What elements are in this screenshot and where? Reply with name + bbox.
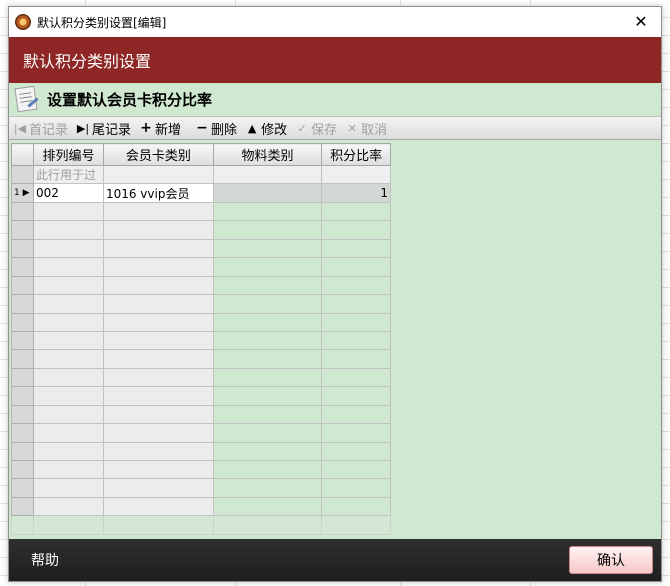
row-number: 1 [14, 188, 20, 199]
save-label: 保存 [311, 122, 338, 138]
empty-row [11, 201, 391, 222]
column-header-material[interactable]: 物料类别 [212, 143, 323, 166]
first-record-button[interactable]: |◀ 首记录 [11, 117, 74, 139]
header-title: 默认积分类别设置 [23, 52, 152, 71]
edit-button[interactable]: ▲ 修改 [243, 117, 293, 139]
save-button[interactable]: ✓ 保存 [293, 117, 343, 139]
empty-row [11, 238, 391, 259]
minus-icon: − [196, 120, 208, 136]
points-ratio-grid: 排列编号 会员卡类别 物料类别 积分比率 此行用于过 1 ▶ 002 1016 … [11, 143, 391, 535]
record-toolbar: |◀ 首记录 ▶| 尾记录 + 新增 − 删除 ▲ 修改 ✓ 保存 ✕ 取消 [9, 116, 661, 140]
empty-row [11, 349, 391, 369]
row-indicator [11, 164, 34, 185]
filter-cell-ratio[interactable] [321, 164, 391, 185]
window-title: 默认积分类别设置[编辑] [37, 15, 167, 30]
cancel-label: 取消 [361, 122, 388, 138]
empty-row [11, 459, 391, 480]
empty-row [11, 441, 391, 462]
empty-row [11, 220, 391, 240]
grid-footer-row [11, 515, 391, 535]
section-title: 设置默认会员卡积分比率 [47, 90, 213, 109]
cancel-button[interactable]: ✕ 取消 [343, 117, 393, 139]
empty-row [11, 312, 391, 332]
column-header-ratio[interactable]: 积分比率 [321, 143, 391, 166]
filter-cell-card-type[interactable] [102, 164, 214, 185]
filter-row[interactable]: 此行用于过 [11, 164, 391, 185]
column-header-card-type[interactable]: 会员卡类别 [102, 143, 214, 166]
empty-row [11, 330, 391, 351]
first-record-icon: |◀ [13, 121, 27, 135]
first-record-label: 首记录 [29, 122, 69, 138]
help-link[interactable]: 帮助 [31, 550, 59, 570]
empty-row [11, 423, 391, 443]
last-record-button[interactable]: ▶| 尾记录 [74, 117, 137, 139]
delete-button[interactable]: − 删除 [193, 117, 243, 139]
empty-row [11, 275, 391, 296]
x-icon: ✕ [347, 121, 357, 135]
table-row[interactable]: 1 ▶ 002 1016 vvip会员 1 [11, 183, 391, 203]
delete-label: 删除 [211, 122, 238, 138]
grid-corner [11, 143, 34, 166]
content-area: 设置默认会员卡积分比率 |◀ 首记录 ▶| 尾记录 + 新增 − 删除 ▲ 修改 [9, 83, 661, 539]
column-header-code[interactable]: 排列编号 [32, 143, 104, 166]
dialog-window: 默认积分类别设置[编辑] ✕ 默认积分类别设置 设置默认会员卡积分比率 |◀ 首… [8, 6, 662, 582]
empty-row [11, 367, 391, 388]
check-icon: ✓ [297, 121, 307, 135]
close-button[interactable]: ✕ [631, 12, 651, 32]
cell-card-type[interactable]: 1016 vvip会员 [102, 183, 214, 203]
empty-row [11, 478, 391, 498]
last-record-label: 尾记录 [92, 122, 132, 138]
filter-cell-material[interactable] [212, 164, 323, 185]
empty-row [11, 386, 391, 406]
section-header: 设置默认会员卡积分比率 [9, 83, 661, 115]
empty-row [11, 496, 391, 517]
last-record-icon: ▶| [76, 121, 90, 135]
cell-ratio[interactable]: 1 [321, 183, 391, 203]
filter-cell-code[interactable]: 此行用于过 [32, 164, 104, 185]
empty-row [11, 404, 391, 425]
edit-label: 修改 [261, 122, 288, 138]
header-band: 默认积分类别设置 [9, 37, 661, 83]
plus-icon: + [140, 120, 152, 136]
bottom-bar: 帮助 确认 [9, 539, 661, 581]
empty-row [11, 294, 391, 314]
app-icon [15, 14, 31, 30]
triangle-up-icon: ▲ [247, 121, 257, 135]
add-button[interactable]: + 新增 [137, 117, 187, 139]
current-row-arrow-icon: ▶ [22, 188, 30, 199]
cell-material[interactable] [212, 183, 323, 203]
title-bar[interactable]: 默认积分类别设置[编辑] ✕ [9, 7, 661, 37]
confirm-button[interactable]: 确认 [569, 546, 653, 574]
empty-row [11, 257, 391, 277]
row-indicator: 1 ▶ [11, 183, 34, 203]
cell-code[interactable]: 002 [32, 183, 104, 203]
document-edit-icon [13, 85, 41, 113]
add-label: 新增 [155, 122, 182, 138]
